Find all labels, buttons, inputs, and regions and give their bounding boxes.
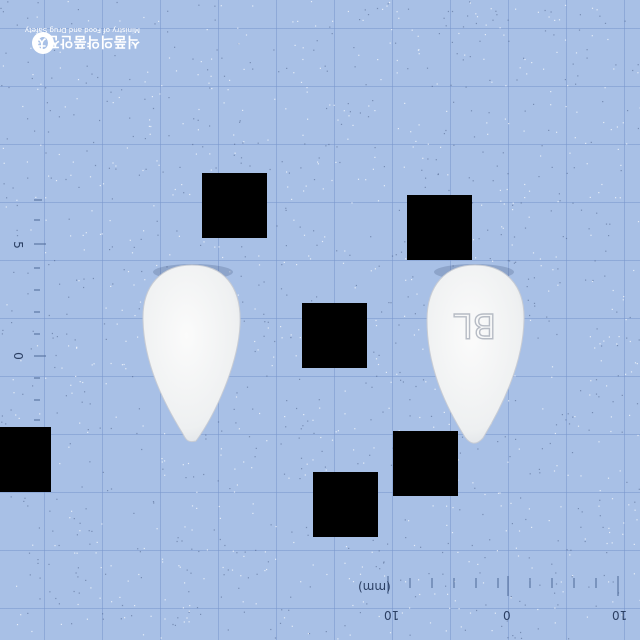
- redaction-box: [393, 431, 458, 496]
- pill-imprint: BL: [454, 305, 496, 345]
- redaction-box: [202, 173, 267, 238]
- redaction-box: [407, 195, 472, 260]
- redaction-box: [313, 472, 378, 537]
- pill-photo: 식품의약품안전처 Ministry of Food and Drug Safet…: [0, 0, 640, 640]
- redaction-box: [302, 303, 367, 368]
- pill-right: BL: [426, 264, 525, 444]
- pill-left: [142, 264, 241, 443]
- redaction-box: [0, 427, 51, 492]
